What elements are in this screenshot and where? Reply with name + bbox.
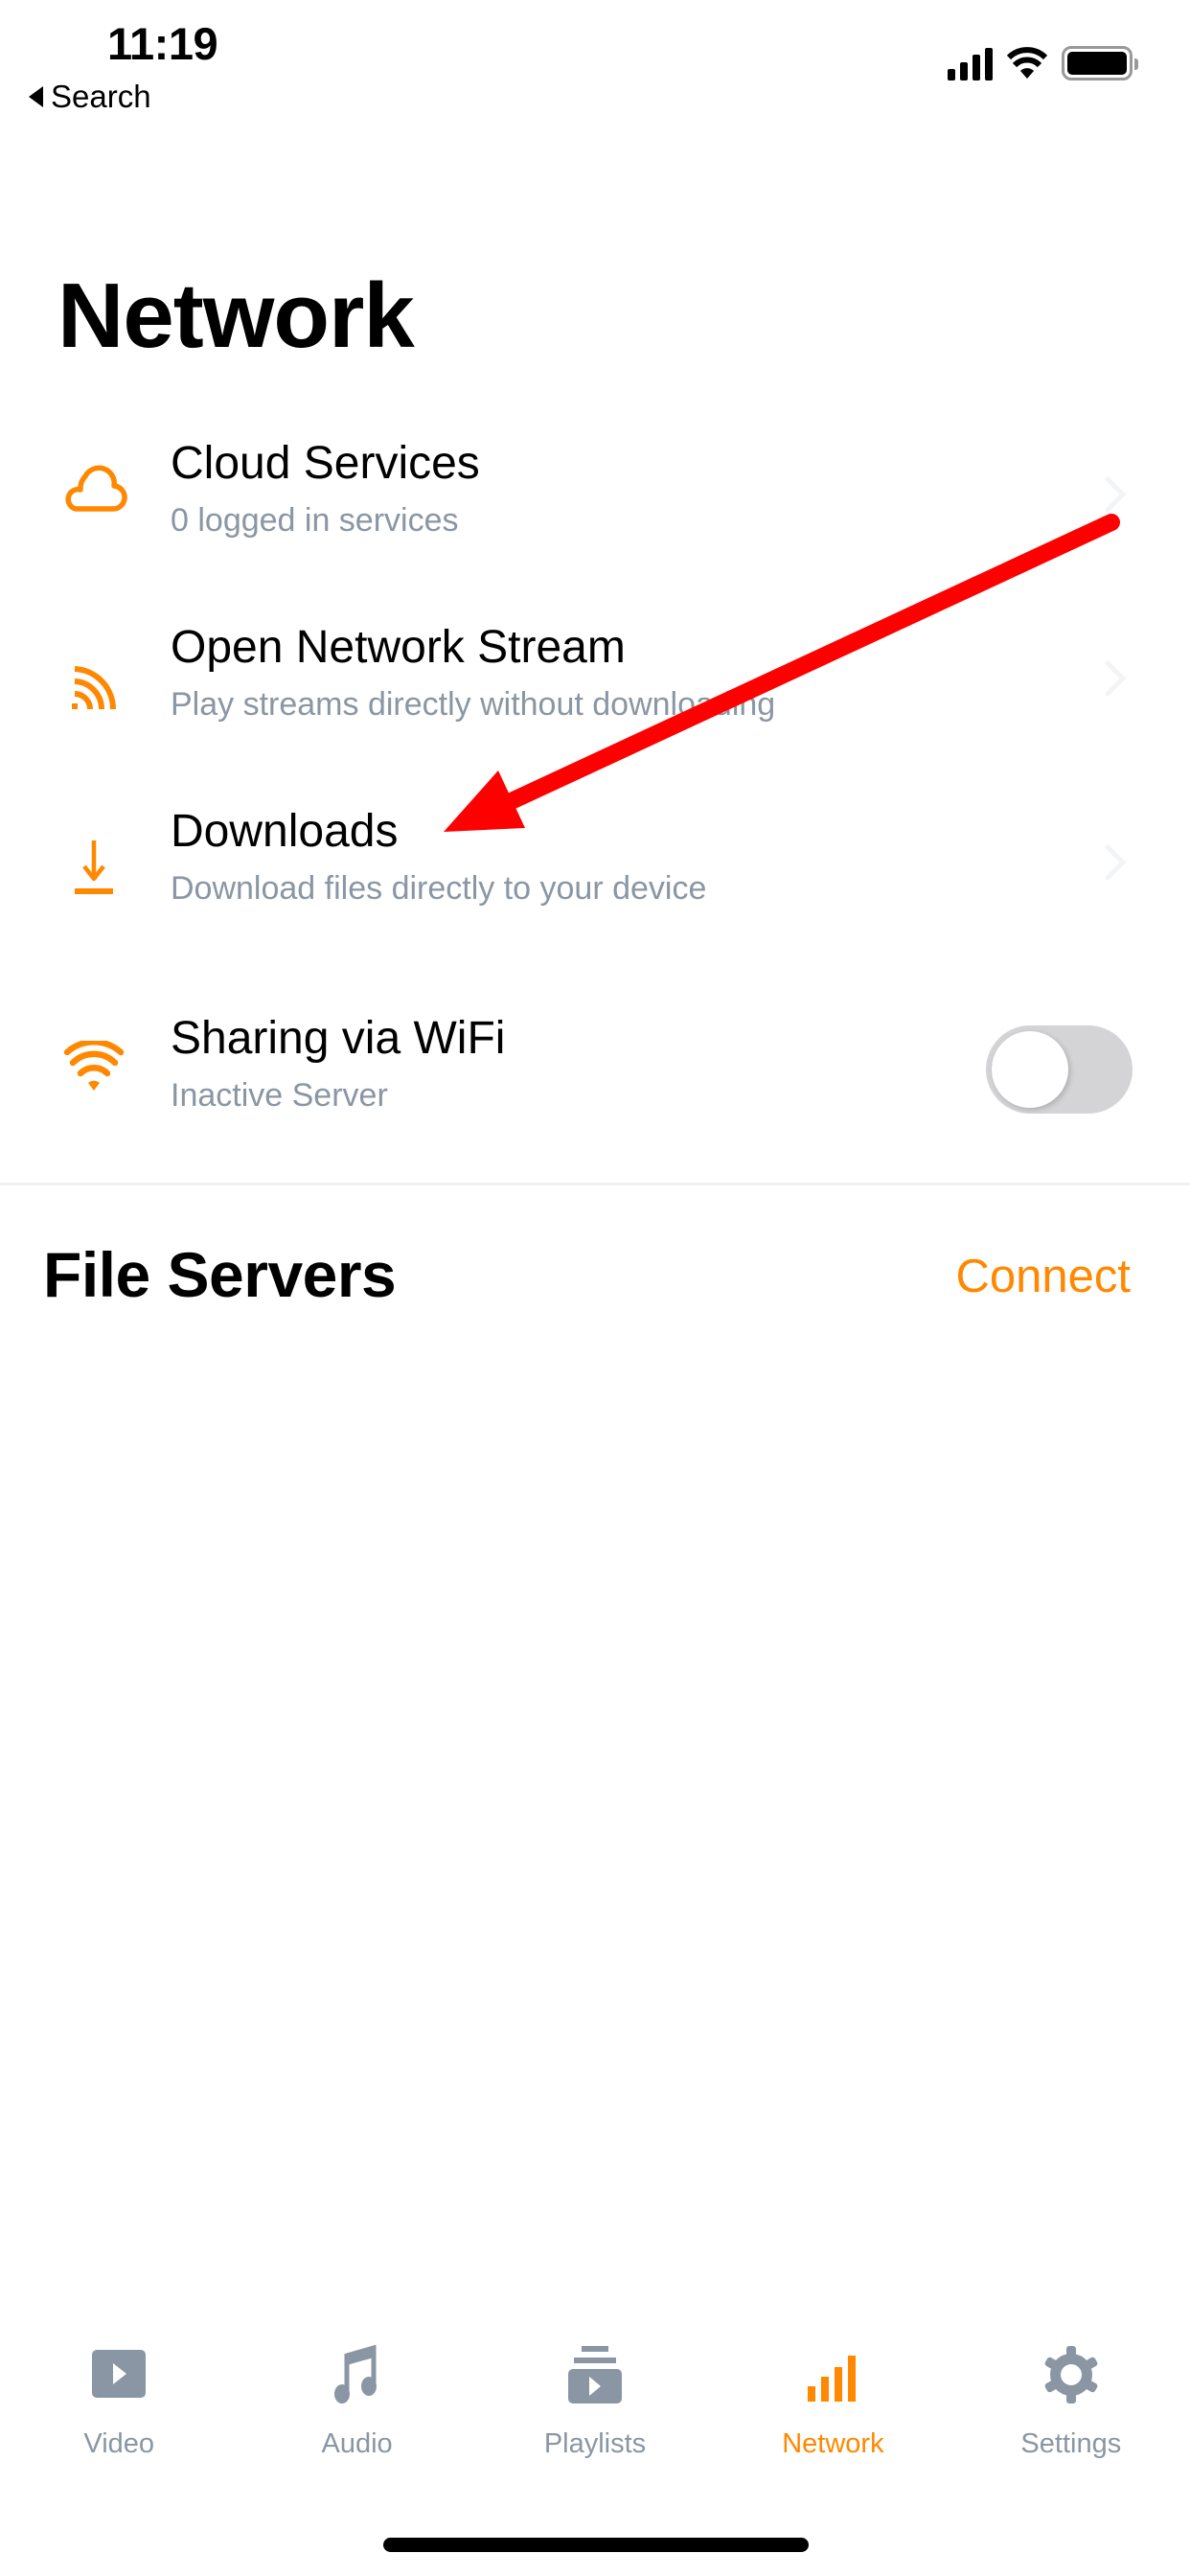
- open-network-stream-row[interactable]: Open Network Stream Play streams directl…: [0, 586, 1190, 769]
- home-indicator: [383, 2538, 809, 2552]
- wifi-icon: [56, 1029, 132, 1106]
- cloud-services-subtitle: 0 logged in services: [171, 502, 459, 539]
- tab-bar: Video Audio Playlists Network Settings: [0, 2338, 1190, 2492]
- chevron-right-icon: [1105, 660, 1127, 697]
- tab-label: Network: [782, 2428, 884, 2459]
- open-network-stream-subtitle: Play streams directly without downloadin…: [171, 686, 776, 723]
- downloads-title: Downloads: [171, 806, 399, 857]
- cellular-signal-icon: [948, 46, 993, 80]
- chevron-right-icon: [1105, 844, 1127, 881]
- video-icon: [84, 2340, 153, 2409]
- file-servers-title: File Servers: [43, 1239, 397, 1310]
- sharing-via-wifi-subtitle: Inactive Server: [171, 1077, 388, 1114]
- sharing-via-wifi-title: Sharing via WiFi: [171, 1013, 506, 1064]
- status-icons: [948, 46, 1138, 80]
- tab-audio[interactable]: Audio: [238, 2338, 475, 2492]
- page-title: Network: [57, 264, 415, 367]
- tab-network[interactable]: Network: [714, 2338, 951, 2492]
- gear-icon: [1037, 2340, 1106, 2409]
- connect-button[interactable]: Connect: [955, 1250, 1131, 1303]
- tab-playlists[interactable]: Playlists: [476, 2338, 714, 2492]
- status-time: 11:19: [107, 18, 218, 69]
- tab-video[interactable]: Video: [0, 2338, 238, 2492]
- playlist-icon: [561, 2340, 629, 2409]
- tab-label: Playlists: [543, 2428, 647, 2459]
- back-to-search-link[interactable]: Search: [29, 79, 151, 115]
- downloads-subtitle: Download files directly to your device: [171, 870, 707, 907]
- section-divider: [0, 1183, 1190, 1185]
- battery-icon: [1062, 46, 1138, 80]
- network-bars-icon: [798, 2340, 867, 2409]
- stream-icon: [56, 652, 132, 728]
- back-arrow-icon: [29, 86, 43, 107]
- downloads-row[interactable]: Downloads Download files directly to you…: [0, 770, 1190, 953]
- cloud-services-title: Cloud Services: [171, 438, 480, 489]
- tab-label: Video: [83, 2428, 155, 2459]
- tab-label: Settings: [1020, 2428, 1122, 2459]
- chevron-right-icon: [1105, 476, 1127, 513]
- download-icon: [56, 830, 132, 907]
- music-note-icon: [323, 2340, 392, 2409]
- cloud-icon: [56, 450, 132, 527]
- open-network-stream-title: Open Network Stream: [171, 622, 626, 673]
- tab-label: Audio: [321, 2428, 393, 2459]
- back-label: Search: [51, 79, 151, 114]
- cloud-services-row[interactable]: Cloud Services 0 logged in services: [0, 402, 1190, 585]
- toggle-knob: [992, 1031, 1068, 1108]
- sharing-via-wifi-toggle[interactable]: [986, 1025, 1133, 1114]
- tab-settings[interactable]: Settings: [952, 2338, 1190, 2492]
- wifi-status-icon: [1006, 47, 1048, 79]
